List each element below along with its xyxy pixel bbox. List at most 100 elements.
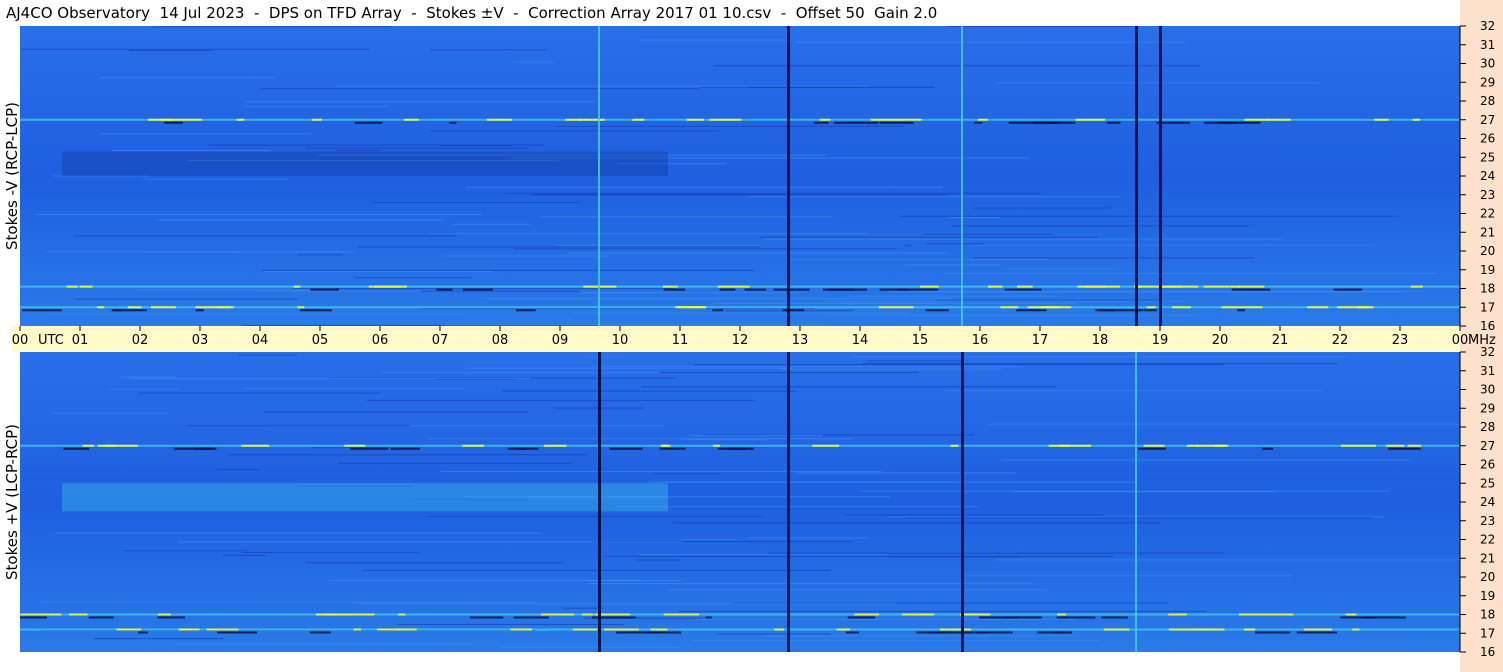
top-texture-line — [925, 243, 984, 245]
top-band-dark-dash — [462, 288, 493, 291]
top-band-sparkle — [297, 306, 305, 309]
bottom-texture-line — [673, 522, 1161, 524]
bottom-texture-line — [243, 551, 420, 553]
bottom-texture-line — [693, 364, 1224, 366]
bottom-band-dark-dash — [1340, 616, 1375, 619]
bottom-band-sparkle — [20, 613, 49, 616]
bottom-texture-line — [647, 481, 1137, 483]
bottom-freq-tick-label: 19 — [1480, 589, 1495, 603]
top-band-dark-dash — [22, 309, 62, 312]
spectrogram-chart: 3231302928272625242322212019181716323130… — [12, 19, 1496, 659]
top-texture-line — [45, 313, 467, 315]
top-texture-line — [795, 41, 1186, 43]
top-band-dark-dash — [1237, 309, 1246, 312]
bottom-texture-line — [397, 623, 625, 625]
bottom-band-sparkle — [1059, 444, 1092, 447]
bottom-texture-line — [678, 610, 1207, 612]
top-freq-tick-label: 28 — [1480, 94, 1495, 108]
bottom-band-dark-dash — [916, 631, 951, 634]
bottom-band-dark-dash — [1056, 616, 1096, 619]
top-band-dark-dash — [663, 288, 686, 291]
top-dark-vertical-line — [1135, 26, 1138, 326]
bottom-texture-line — [965, 575, 1292, 577]
bottom-texture-line — [40, 601, 538, 603]
bottom-freq-tick-label: 27 — [1480, 439, 1495, 453]
time-tick-label: 08 — [492, 333, 509, 348]
bottom-texture-line — [691, 640, 1100, 642]
top-texture-line — [74, 235, 457, 237]
bottom-band-dark-dash — [309, 631, 331, 634]
top-texture-line — [75, 298, 299, 300]
bottom-texture-line — [222, 554, 266, 556]
top-texture-line — [373, 202, 579, 204]
bottom-band-dark-dash — [1388, 447, 1421, 450]
bottom-band-sparkle — [572, 628, 598, 631]
top-texture-line — [129, 50, 212, 52]
time-axis-utc-label: UTC — [38, 333, 64, 348]
top-freq-tick-label: 22 — [1480, 207, 1495, 221]
bottom-texture-line — [1000, 459, 1411, 461]
top-texture-line — [244, 101, 595, 103]
top-band-sparkle — [893, 118, 922, 121]
bottom-band-dark-dash — [609, 447, 643, 450]
top-texture-line — [504, 192, 1042, 194]
top-band-sparkle — [1075, 118, 1106, 121]
top-freq-tick-label: 29 — [1480, 75, 1495, 89]
top-band-sparkle — [686, 118, 704, 121]
bottom-band-sparkle — [1103, 628, 1130, 631]
time-tick-label: 17 — [1032, 333, 1049, 348]
top-band-dark-dash — [712, 309, 724, 312]
top-band-sparkle — [1172, 306, 1191, 309]
time-tick-label: 12 — [732, 333, 749, 348]
bottom-texture-line — [502, 390, 797, 392]
time-tick-label: 01 — [72, 333, 89, 348]
top-band-dark-dash — [1016, 309, 1047, 312]
time-tick-label: 13 — [792, 333, 809, 348]
bottom-band-sparkle — [1199, 628, 1225, 631]
bottom-texture-line — [995, 559, 1460, 561]
bottom-band-dark-dash — [63, 447, 90, 450]
bottom-band-dark-dash — [173, 447, 213, 450]
bottom-band-sparkle — [206, 628, 239, 631]
top-texture-line — [904, 264, 1001, 266]
bottom-texture-line — [137, 392, 381, 394]
top-texture-line — [700, 86, 862, 88]
bottom-texture-line — [680, 538, 737, 540]
bottom-freq-tick-label: 30 — [1480, 383, 1495, 397]
top-texture-line — [973, 257, 1255, 259]
bottom-band-sparkle — [1217, 444, 1229, 447]
time-tick-label: 14 — [852, 333, 869, 348]
top-band-sparkle — [403, 118, 419, 121]
top-texture-line — [209, 144, 544, 146]
bottom-texture-line — [237, 354, 298, 356]
top-band-dark-dash — [354, 121, 383, 124]
bottom-texture-line — [337, 462, 573, 464]
time-tick-label: 11 — [672, 333, 689, 348]
bottom-texture-line — [906, 517, 1373, 519]
top-band-dark-dash — [773, 288, 810, 291]
top-bright-vertical-line — [961, 26, 963, 326]
top-texture-line — [442, 255, 608, 257]
top-band-sparkle — [486, 118, 512, 121]
bottom-band-dark-dash — [216, 631, 258, 634]
bottom-band-sparkle — [1352, 628, 1360, 631]
top-texture-line — [305, 147, 529, 149]
bottom-band-dark-dash — [469, 616, 504, 619]
top-freq-tick-label: 24 — [1480, 169, 1495, 183]
top-band-sparkle — [218, 306, 234, 309]
bottom-band-sparkle — [540, 613, 575, 616]
time-tick-label: 04 — [252, 333, 269, 348]
bottom-dark-vertical-line — [598, 352, 601, 652]
bottom-texture-line — [944, 390, 1323, 392]
top-dark-vertical-line — [1159, 26, 1162, 326]
bottom-band-sparkle — [344, 444, 366, 447]
bottom-band-sparkle — [661, 444, 671, 447]
bottom-texture-line — [359, 603, 898, 605]
top-band-sparkle — [978, 118, 988, 121]
bottom-band-sparkle — [1304, 628, 1332, 631]
top-band-sparkle — [819, 118, 831, 121]
top-band-sparkle — [236, 118, 245, 121]
bottom-band-dark-dash — [88, 616, 114, 619]
top-texture-line — [354, 277, 472, 279]
time-axis-mhz-label: MHz — [1468, 333, 1496, 348]
